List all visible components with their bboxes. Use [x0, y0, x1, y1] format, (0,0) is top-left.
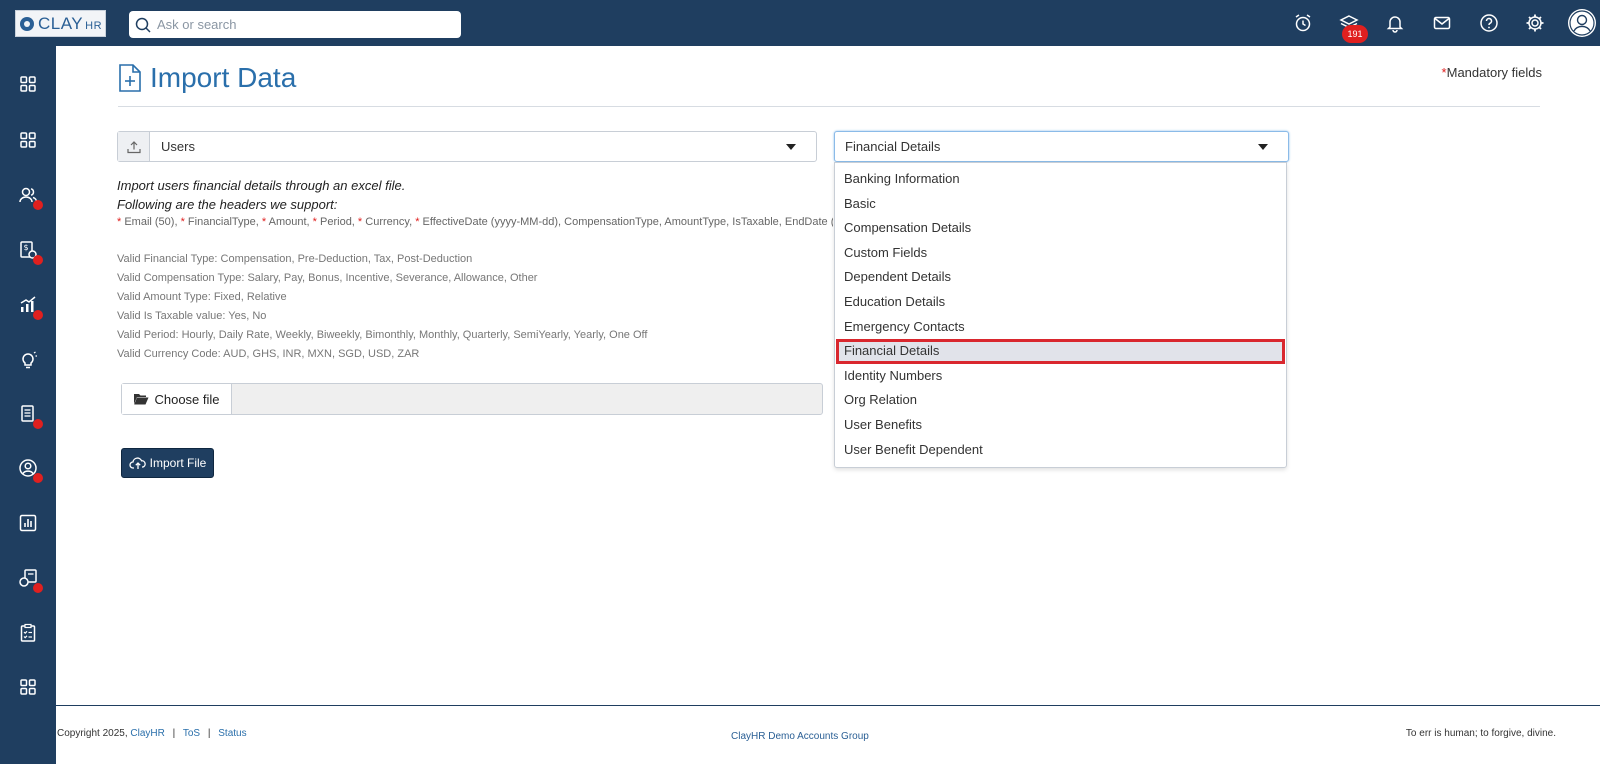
copyright-text: Copyright 2025,: [57, 728, 128, 739]
dropdown-option[interactable]: Identity Numbers: [835, 364, 1286, 389]
dropdown-option[interactable]: Basic: [835, 192, 1286, 217]
company-link[interactable]: ClayHR: [130, 728, 164, 739]
account-group-name: ClayHR Demo Accounts Group: [731, 731, 869, 742]
import-type-select-value: Financial Details: [845, 139, 941, 154]
folder-open-icon: [134, 394, 149, 405]
valid-values-line: Valid Financial Type: Compensation, Pre-…: [117, 253, 473, 265]
chevron-down-icon: [1258, 143, 1268, 150]
import-description: Import users financial details through a…: [117, 178, 406, 193]
import-type-dropdown-menu: Banking Information Basic Compensation Det…: [834, 162, 1287, 468]
footer-divider: [56, 705, 1600, 706]
search-icon: [135, 17, 151, 33]
notification-dot: [33, 310, 43, 320]
notification-count-badge: 191: [1342, 25, 1368, 43]
idea-icon: [22, 351, 37, 369]
sidebar-item-ideas[interactable]: [0, 338, 56, 382]
sidebar-item-more[interactable]: [0, 665, 56, 709]
sidebar-item-profile[interactable]: [0, 446, 56, 490]
bell-icon[interactable]: [1383, 11, 1407, 35]
clayhr-logo[interactable]: CLAY HR: [15, 10, 106, 37]
footer-quote: To err is human; to forgive, divine.: [1405, 728, 1556, 739]
sidebar-item-documents[interactable]: [0, 392, 56, 436]
chevron-down-icon: [786, 143, 796, 150]
alarm-icon[interactable]: [1291, 11, 1315, 35]
header-divider: [118, 106, 1540, 107]
left-sidebar: $: [0, 46, 56, 764]
status-link[interactable]: Status: [218, 728, 246, 739]
top-navbar: CLAYHR 191: [0, 0, 1600, 46]
file-input[interactable]: Choose file: [121, 383, 823, 415]
svg-text:$: $: [24, 243, 29, 252]
notification-dot: [33, 200, 43, 210]
choose-file-label: Choose file: [154, 391, 220, 407]
dropdown-option[interactable]: Education Details: [835, 290, 1286, 315]
page-title: Import Data: [150, 62, 297, 93]
sidebar-item-timesheets[interactable]: [0, 556, 56, 600]
dropdown-option[interactable]: Org Relation: [835, 388, 1286, 413]
separator: |: [172, 728, 176, 739]
grid-icon: [20, 132, 36, 148]
footer-links: Copyright 2025, ClayHR | ToS | Status: [57, 728, 247, 739]
notification-dot: [33, 583, 43, 593]
cloud-upload-icon: [129, 457, 146, 469]
valid-values-line: Valid Is Taxable value: Yes, No: [117, 310, 267, 322]
checklist-icon: [20, 623, 36, 642]
report-icon: [19, 514, 37, 532]
logo-mark-icon: [20, 16, 34, 31]
valid-values-line: Valid Amount Type: Fixed, Relative: [117, 291, 287, 303]
sidebar-item-users[interactable]: [0, 173, 56, 217]
tos-link[interactable]: ToS: [183, 728, 200, 739]
dropdown-option[interactable]: Compensation Details: [835, 216, 1286, 241]
valid-values-line: Valid Compensation Type: Salary, Pay, Bo…: [117, 272, 538, 284]
file-add-icon: [119, 64, 141, 92]
notification-dot: [33, 419, 43, 429]
sidebar-item-payroll[interactable]: $: [0, 228, 56, 272]
entity-select[interactable]: Users: [117, 131, 817, 162]
search-input[interactable]: [157, 17, 447, 32]
headers-intro: Following are the headers we support:: [117, 197, 338, 212]
valid-values-line: Valid Period: Hourly, Daily Rate, Weekly…: [117, 329, 648, 341]
sidebar-item-apps[interactable]: [0, 118, 56, 162]
import-file-label: Import File: [149, 456, 207, 470]
dropdown-option-selected[interactable]: Financial Details: [836, 339, 1285, 364]
separator: |: [207, 728, 211, 739]
grid-icon: [20, 76, 36, 92]
valid-values-line: Valid Currency Code: AUD, GHS, INR, MXN,…: [117, 348, 420, 360]
sidebar-item-reports[interactable]: [0, 501, 56, 545]
upload-icon: [118, 132, 150, 161]
help-icon[interactable]: [1477, 11, 1501, 35]
dropdown-option[interactable]: User Benefits: [835, 413, 1286, 438]
user-avatar-icon[interactable]: [1568, 9, 1596, 37]
grid-icon: [20, 679, 36, 695]
dropdown-option[interactable]: Dependent Details: [835, 265, 1286, 290]
dropdown-option[interactable]: Emergency Contacts: [835, 315, 1286, 340]
sidebar-item-dashboard[interactable]: [0, 62, 56, 106]
page-header: Import Data: [118, 62, 296, 94]
sidebar-item-checklist[interactable]: [0, 611, 56, 655]
dropdown-option[interactable]: Banking Information: [835, 167, 1286, 192]
mail-icon[interactable]: [1430, 11, 1454, 35]
entity-select-value: Users: [161, 139, 195, 154]
dropdown-option[interactable]: Custom Fields: [835, 241, 1286, 266]
notification-dot: [33, 473, 43, 483]
dropdown-option[interactable]: User Benefit Dependent: [835, 438, 1286, 463]
choose-file-button[interactable]: Choose file: [122, 384, 232, 414]
mandatory-fields-note: *Mandatory fields: [1441, 65, 1542, 80]
import-file-button[interactable]: Import File: [121, 448, 214, 478]
notification-dot: [33, 255, 43, 265]
logo-text: CLAY HR: [38, 13, 103, 33]
import-type-select[interactable]: Financial Details: [834, 131, 1289, 162]
supported-headers: * Email (50), * FinancialType, * Amount,…: [117, 216, 833, 228]
sidebar-item-performance[interactable]: [0, 283, 56, 327]
global-search[interactable]: [129, 11, 461, 38]
gear-icon[interactable]: [1523, 11, 1547, 35]
